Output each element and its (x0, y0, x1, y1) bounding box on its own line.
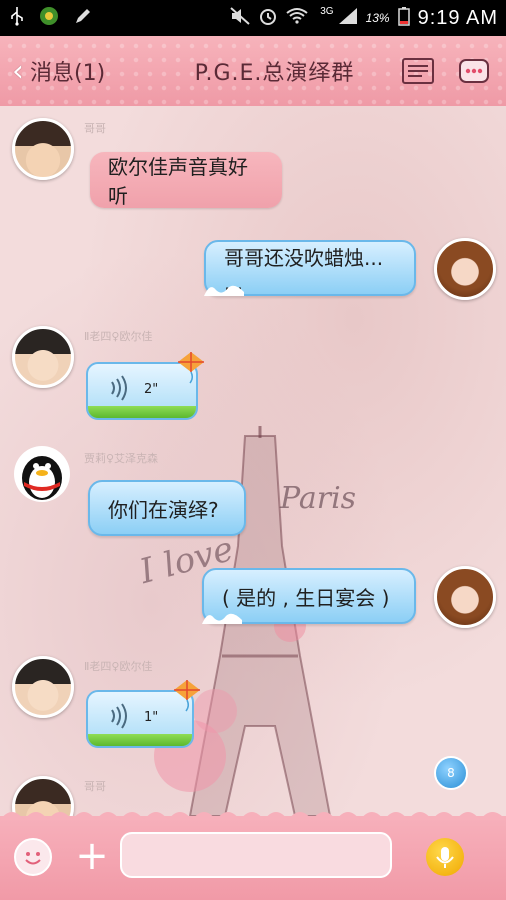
back-label: 消息(1) (30, 61, 106, 86)
group-info-button[interactable] (458, 57, 490, 85)
qq-penguin-icon (22, 456, 62, 500)
mute-icon (230, 6, 250, 30)
sender-name: Ⅱ老四♀欧尔佳 (84, 660, 153, 673)
plus-icon: + (75, 833, 109, 879)
message-input[interactable] (120, 832, 392, 878)
wave-decoration-icon (202, 613, 242, 624)
back-button[interactable]: ‹ 消息(1) (0, 54, 147, 89)
paris-text: Paris (279, 481, 356, 516)
alarm-icon (258, 6, 278, 31)
chevron-left-icon: ‹ (12, 53, 24, 89)
avatar[interactable] (12, 118, 74, 180)
usb-icon (10, 6, 24, 31)
title-bar: ‹ 消息(1) P.G.E.总演绎群 (0, 36, 506, 106)
app-notification-icon (38, 5, 60, 32)
message-bubble[interactable]: 哥哥还没吹蜡烛... ... (204, 240, 416, 296)
battery-icon (397, 6, 410, 31)
voice-wave-icon (111, 375, 127, 401)
network-type: 3G (320, 5, 334, 17)
message-bubble[interactable]: 欧尔佳声音真好听 (90, 152, 282, 208)
kite-icon (178, 352, 204, 384)
emoji-button[interactable] (14, 838, 52, 876)
scallop-decoration (0, 812, 506, 820)
page-title: P.G.E.总演绎群 (194, 61, 355, 86)
new-message-badge[interactable]: 8 (434, 756, 468, 790)
voice-duration: 2" (144, 382, 159, 397)
notes-icon (402, 58, 434, 84)
grass-decoration (88, 406, 196, 418)
avatar[interactable] (434, 566, 496, 628)
kite-icon (174, 680, 200, 712)
wifi-icon (286, 7, 308, 30)
voice-wave-icon (111, 703, 127, 729)
sender-name: 贾莉♀艾泽克森 (84, 452, 159, 465)
voice-input-button[interactable] (426, 838, 464, 876)
grass-decoration (88, 734, 192, 746)
avatar[interactable] (12, 326, 74, 388)
clock: 9:19 AM (417, 6, 498, 29)
message-text: 哥哥还没吹蜡烛... ... (224, 245, 384, 295)
signal-icon (338, 7, 358, 30)
smiley-icon (25, 852, 41, 865)
wave-decoration-icon (204, 285, 244, 296)
notes-button[interactable] (402, 57, 434, 85)
message-bubble[interactable]: 你们在演绎? (88, 480, 246, 536)
message-text: ( 是的 , 生日宴会 ) (222, 585, 390, 610)
sender-name: Ⅱ老四♀欧尔佳 (84, 330, 153, 343)
avatar[interactable] (14, 446, 70, 502)
avatar[interactable] (12, 656, 74, 718)
message-bubble[interactable]: ( 是的 , 生日宴会 ) (202, 568, 416, 624)
message-text: 你们在演绎? (108, 497, 219, 522)
avatar[interactable] (434, 238, 496, 300)
sender-name: 哥哥 (84, 122, 106, 135)
chat-area[interactable]: Paris I love 哥哥 欧尔佳声音真好听 哥哥还没吹蜡烛... ... … (0, 106, 506, 816)
battery-percent: 13% (365, 11, 390, 25)
status-bar: 3G 13% 9:19 AM (0, 0, 506, 36)
sender-name: 哥哥 (84, 780, 106, 793)
add-attachment-button[interactable]: + (72, 836, 112, 876)
voice-duration: 1" (144, 710, 159, 725)
pencil-icon (74, 7, 92, 30)
microphone-icon (436, 847, 454, 868)
more-icon (459, 59, 489, 83)
input-bar: + (0, 812, 506, 900)
